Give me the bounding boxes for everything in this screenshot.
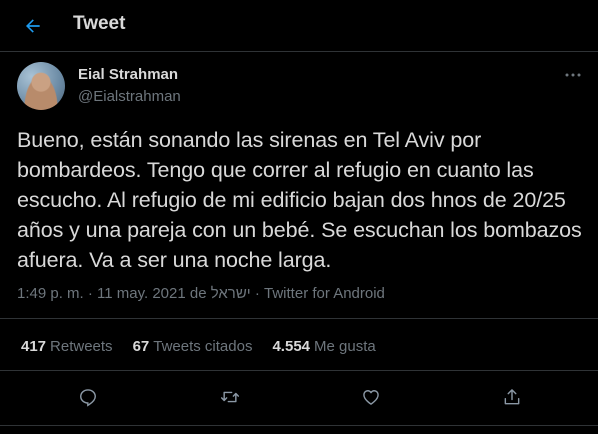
likes-stat[interactable]: 4.554 Me gusta [272, 338, 375, 355]
likes-count: 4.554 [272, 338, 311, 355]
reply-button[interactable] [69, 378, 107, 416]
like-icon [363, 390, 379, 405]
quotes-stat[interactable]: 67 Tweets citados [133, 338, 253, 355]
tweet-text: Bueno, están sonando las sirenas en Tel … [17, 128, 582, 272]
like-button[interactable] [352, 378, 390, 416]
tweet-meta: 1:49 p. m. · 11 may. 2021 de ישראל · Twi… [17, 285, 385, 302]
tweet-source[interactable]: Twitter for Android [264, 285, 385, 302]
author-handle[interactable]: @Eialstrahman [78, 88, 181, 105]
retweets-label: Retweets [50, 338, 113, 355]
stats-divider [0, 370, 598, 371]
retweets-stat[interactable]: 417 Retweets [21, 338, 113, 355]
back-button[interactable] [14, 7, 52, 45]
share-icon [504, 389, 520, 405]
likes-label: Me gusta [314, 338, 376, 355]
retweet-icon [220, 391, 240, 403]
quotes-count: 67 [132, 338, 150, 355]
meta-separator: · [87, 285, 93, 302]
avatar[interactable] [17, 62, 65, 110]
arrow-left-icon [26, 19, 40, 33]
retweets-count: 417 [21, 338, 47, 355]
reply-icon [80, 389, 96, 407]
meta-separator: · [254, 285, 260, 302]
stats-row: 417 Retweets 67 Tweets citados 4.554 Me gus… [21, 338, 396, 355]
quotes-label: Tweets citados [153, 338, 253, 355]
share-button[interactable] [493, 378, 531, 416]
retweet-button[interactable] [211, 378, 249, 416]
more-icon [565, 73, 581, 77]
action-bar [0, 378, 598, 416]
page-title: Tweet [73, 13, 126, 34]
tweet-date[interactable]: 11 may. 2021 de ישראל [97, 285, 251, 302]
header-divider [0, 51, 598, 52]
author-name[interactable]: Eial Strahman [78, 66, 178, 83]
tweet-time[interactable]: 1:49 p. m. [17, 285, 84, 302]
meta-divider [0, 318, 598, 319]
actions-divider [0, 425, 598, 426]
more-options-button[interactable] [562, 66, 584, 84]
header-bar: Tweet [0, 0, 598, 52]
